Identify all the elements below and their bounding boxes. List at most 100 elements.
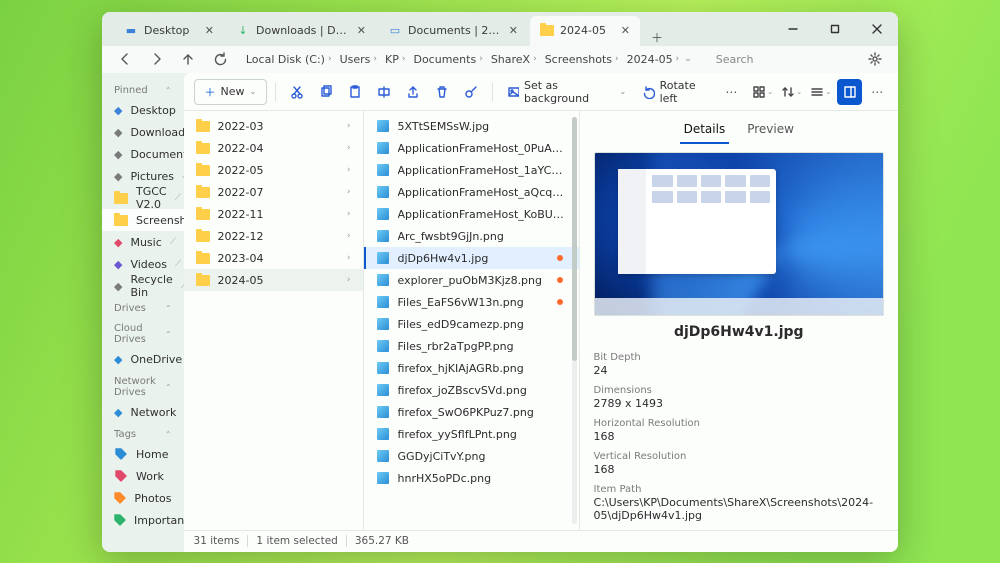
address-bar[interactable]: Local Disk (C:)›Users›KP›Documents›Share… bbox=[239, 46, 702, 72]
file-row[interactable]: Files_rbr2aTpgPP.png bbox=[364, 335, 579, 357]
maximize-button[interactable] bbox=[814, 12, 856, 46]
details-field: Horizontal Resolution168 bbox=[594, 418, 884, 443]
file-row[interactable]: Files_EaFS6vW13n.png bbox=[364, 291, 579, 313]
sidebar-item[interactable]: ◆Videos⟋ bbox=[102, 253, 184, 275]
breadcrumb[interactable]: Screenshots› bbox=[542, 53, 622, 66]
close-icon[interactable]: ✕ bbox=[509, 24, 518, 37]
image-icon bbox=[376, 207, 390, 221]
breadcrumb[interactable]: Documents› bbox=[410, 53, 485, 66]
breadcrumb[interactable]: Users› bbox=[337, 53, 380, 66]
copy-button[interactable] bbox=[313, 79, 338, 105]
tab-desktop[interactable]: ▬ Desktop ✕ bbox=[114, 16, 224, 46]
sidebar-item[interactable]: ◆Music⟋ bbox=[102, 231, 184, 253]
file-row[interactable]: Files_edD9camezp.png bbox=[364, 313, 579, 335]
properties-button[interactable] bbox=[459, 79, 484, 105]
set-background-button[interactable]: Set as background ⌄ bbox=[501, 79, 632, 105]
delete-button[interactable] bbox=[430, 79, 455, 105]
item-icon: ◆ bbox=[114, 169, 122, 183]
sidebar-tag[interactable]: Home bbox=[102, 443, 184, 465]
file-row[interactable]: hnrHX5oPDc.png bbox=[364, 467, 579, 489]
breadcrumb[interactable]: KP› bbox=[382, 53, 408, 66]
file-row[interactable]: firefox_SwO6PKPuz7.png bbox=[364, 401, 579, 423]
folder-row[interactable]: 2022-12› bbox=[184, 225, 363, 247]
sort-button[interactable]: ⌄ bbox=[779, 79, 804, 105]
minimize-button[interactable] bbox=[772, 12, 814, 46]
tab-documents[interactable]: ▭ Documents | 2024-05 ✕ bbox=[378, 16, 528, 46]
file-row[interactable]: firefox_hjKIAjAGRb.png bbox=[364, 357, 579, 379]
file-row[interactable]: ApplicationFrameHost_1aYCbz1b... bbox=[364, 159, 579, 181]
sidebar-tag[interactable]: Photos bbox=[102, 487, 184, 509]
overflow-button[interactable]: ⋯ bbox=[866, 85, 888, 99]
breadcrumb[interactable]: 2024-05› bbox=[624, 53, 683, 66]
folder-row[interactable]: 2022-03› bbox=[184, 115, 363, 137]
new-button[interactable]: ＋ New ⌄ bbox=[194, 79, 268, 105]
preview-tab[interactable]: Preview bbox=[743, 119, 798, 144]
pin-icon[interactable]: ⟋ bbox=[175, 259, 181, 269]
close-button[interactable] bbox=[856, 12, 898, 46]
rotate-left-button[interactable]: Rotate left bbox=[636, 79, 716, 105]
file-row[interactable]: 5XTtSEMSsW.jpg bbox=[364, 115, 579, 137]
new-tab-button[interactable]: ＋ bbox=[642, 29, 672, 46]
pin-icon[interactable]: ⟋ bbox=[175, 193, 181, 203]
folder-row[interactable]: 2022-04› bbox=[184, 137, 363, 159]
more-actions-button[interactable]: ⋯ bbox=[721, 85, 743, 99]
folder-row[interactable]: 2022-07› bbox=[184, 181, 363, 203]
close-icon[interactable]: ✕ bbox=[357, 24, 366, 37]
breadcrumb[interactable]: Local Disk (C:)› bbox=[243, 53, 335, 66]
sidebar-item[interactable]: Screenshots⟋ bbox=[102, 209, 184, 231]
file-row[interactable]: firefox_yySflfLPnt.png bbox=[364, 423, 579, 445]
up-button[interactable] bbox=[175, 46, 201, 72]
cut-button[interactable] bbox=[284, 79, 309, 105]
folder-icon bbox=[540, 24, 554, 38]
address-dropdown-icon[interactable]: ⌄ bbox=[684, 54, 698, 64]
paste-button[interactable] bbox=[342, 79, 367, 105]
sidebar-item[interactable]: ◆Desktop⟋ bbox=[102, 99, 184, 121]
folder-row[interactable]: 2023-04› bbox=[184, 247, 363, 269]
settings-button[interactable] bbox=[862, 46, 888, 72]
sidebar-section-header[interactable]: Drives⌃ bbox=[102, 297, 184, 317]
sidebar-item[interactable]: ◆Recycle Bin⟋ bbox=[102, 275, 184, 297]
file-row[interactable]: Arc_fwsbt9GjJn.png bbox=[364, 225, 579, 247]
sidebar-item[interactable]: TGCC V2.0⟋ bbox=[102, 187, 184, 209]
tab-current[interactable]: 2024-05 ✕ bbox=[530, 16, 640, 46]
file-row[interactable]: GGDyjCiTvY.png bbox=[364, 445, 579, 467]
sidebar-section-header[interactable]: Network Drives⌃ bbox=[102, 370, 184, 401]
sidebar-section-header[interactable]: Pinned⌃ bbox=[102, 79, 184, 99]
forward-button[interactable] bbox=[144, 46, 170, 72]
sidebar-tag[interactable]: Important bbox=[102, 509, 184, 531]
details-pane-button[interactable] bbox=[837, 79, 862, 105]
sidebar-item[interactable]: ◆OneDrive bbox=[102, 348, 184, 370]
tab-downloads[interactable]: ↓ Downloads | Desktop ✕ bbox=[226, 16, 376, 46]
details-tab[interactable]: Details bbox=[680, 119, 730, 144]
pin-icon[interactable]: ⟋ bbox=[170, 237, 176, 247]
sidebar-item[interactable]: ◆Pictures⟋ bbox=[102, 165, 184, 187]
file-row[interactable]: firefox_joZBscvSVd.png bbox=[364, 379, 579, 401]
folder-icon bbox=[196, 251, 210, 265]
close-icon[interactable]: ✕ bbox=[205, 24, 214, 37]
file-row[interactable]: ApplicationFrameHost_aQcqBMG... bbox=[364, 181, 579, 203]
group-button[interactable]: ⌄ bbox=[808, 79, 833, 105]
sidebar-section-header[interactable]: Tags⌃ bbox=[102, 423, 184, 443]
file-row[interactable]: djDp6Hw4v1.jpg bbox=[364, 247, 579, 269]
rename-button[interactable] bbox=[371, 79, 396, 105]
close-icon[interactable]: ✕ bbox=[621, 24, 630, 37]
folder-row[interactable]: 2022-11› bbox=[184, 203, 363, 225]
share-button[interactable] bbox=[400, 79, 425, 105]
sidebar-section-header[interactable]: Cloud Drives⌃ bbox=[102, 317, 184, 348]
scrollbar[interactable] bbox=[572, 117, 577, 523]
file-row[interactable]: ApplicationFrameHost_KoBUmsv... bbox=[364, 203, 579, 225]
sidebar-item[interactable]: ◆Downloads⟋ bbox=[102, 121, 184, 143]
file-row[interactable]: explorer_puObM3Kjz8.png bbox=[364, 269, 579, 291]
file-row[interactable]: ApplicationFrameHost_0PuA4QQ... bbox=[364, 137, 579, 159]
layout-button[interactable]: ⌄ bbox=[750, 79, 775, 105]
sidebar-item[interactable]: ◆Documents⟋ bbox=[102, 143, 184, 165]
sidebar-tag[interactable]: Work bbox=[102, 465, 184, 487]
folder-row[interactable]: 2022-05› bbox=[184, 159, 363, 181]
breadcrumb[interactable]: ShareX› bbox=[488, 53, 540, 66]
folder-row[interactable]: 2024-05› bbox=[184, 269, 363, 291]
sidebar-item[interactable]: ◆Network bbox=[102, 401, 184, 423]
chevron-right-icon: › bbox=[347, 231, 351, 241]
refresh-button[interactable] bbox=[207, 46, 233, 72]
back-button[interactable] bbox=[112, 46, 138, 72]
search-input[interactable]: Search bbox=[708, 46, 857, 72]
